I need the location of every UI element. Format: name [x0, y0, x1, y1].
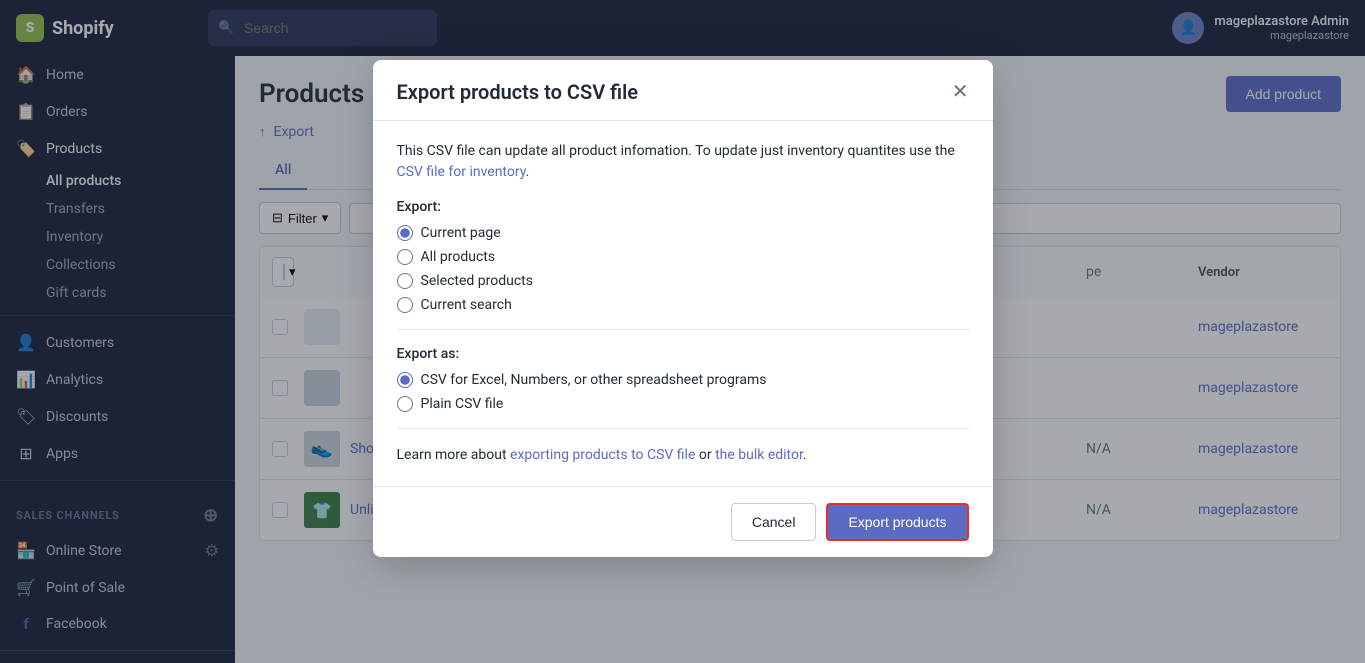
export-as-section: Export as: CSV for Excel, Numbers, or ot…: [397, 346, 969, 412]
radio-plain-csv[interactable]: [397, 396, 413, 412]
modal-header: Export products to CSV file ✕: [373, 60, 993, 121]
modal-actions: Cancel Export products: [373, 486, 993, 557]
modal-body: This CSV file can update all product inf…: [373, 121, 993, 486]
option-selected-products-label: Selected products: [421, 273, 533, 289]
modal-description: This CSV file can update all product inf…: [397, 141, 969, 183]
modal-desc-end: .: [526, 164, 530, 180]
modal-close-button[interactable]: ✕: [952, 82, 969, 102]
option-csv-excel[interactable]: CSV for Excel, Numbers, or other spreads…: [397, 372, 969, 388]
modal-overlay: Export products to CSV file ✕ This CSV f…: [0, 0, 1365, 663]
option-current-search[interactable]: Current search: [397, 297, 969, 313]
exporting-link[interactable]: exporting products to CSV file: [510, 447, 695, 463]
option-plain-csv-label: Plain CSV file: [421, 396, 504, 412]
radio-selected-products[interactable]: [397, 273, 413, 289]
export-modal: Export products to CSV file ✕ This CSV f…: [373, 60, 993, 557]
modal-desc-text: This CSV file can update all product inf…: [397, 143, 955, 159]
cancel-button[interactable]: Cancel: [731, 503, 817, 541]
option-current-search-label: Current search: [421, 297, 512, 313]
option-current-page[interactable]: Current page: [397, 225, 969, 241]
csv-inventory-link[interactable]: CSV file for inventory: [397, 164, 526, 180]
radio-csv-excel[interactable]: [397, 372, 413, 388]
option-all-products[interactable]: All products: [397, 249, 969, 265]
learn-more-end: .: [803, 447, 807, 463]
option-selected-products[interactable]: Selected products: [397, 273, 969, 289]
radio-current-page[interactable]: [397, 225, 413, 241]
export-products-button[interactable]: Export products: [826, 503, 968, 541]
modal-title: Export products to CSV file: [397, 80, 639, 104]
option-csv-excel-label: CSV for Excel, Numbers, or other spreads…: [421, 372, 767, 388]
bulk-editor-link[interactable]: the bulk editor: [715, 447, 803, 463]
option-current-page-label: Current page: [421, 225, 501, 241]
radio-current-search[interactable]: [397, 297, 413, 313]
option-plain-csv[interactable]: Plain CSV file: [397, 396, 969, 412]
export-section: Export: Current page All products Select…: [397, 199, 969, 313]
option-all-products-label: All products: [421, 249, 496, 265]
export-section-label: Export:: [397, 199, 969, 215]
modal-footer-text: Learn more about exporting products to C…: [397, 445, 969, 466]
export-as-label: Export as:: [397, 346, 969, 362]
modal-divider-2: [397, 428, 969, 429]
learn-more-text: Learn more about: [397, 447, 507, 463]
modal-divider: [397, 329, 969, 330]
radio-all-products[interactable]: [397, 249, 413, 265]
